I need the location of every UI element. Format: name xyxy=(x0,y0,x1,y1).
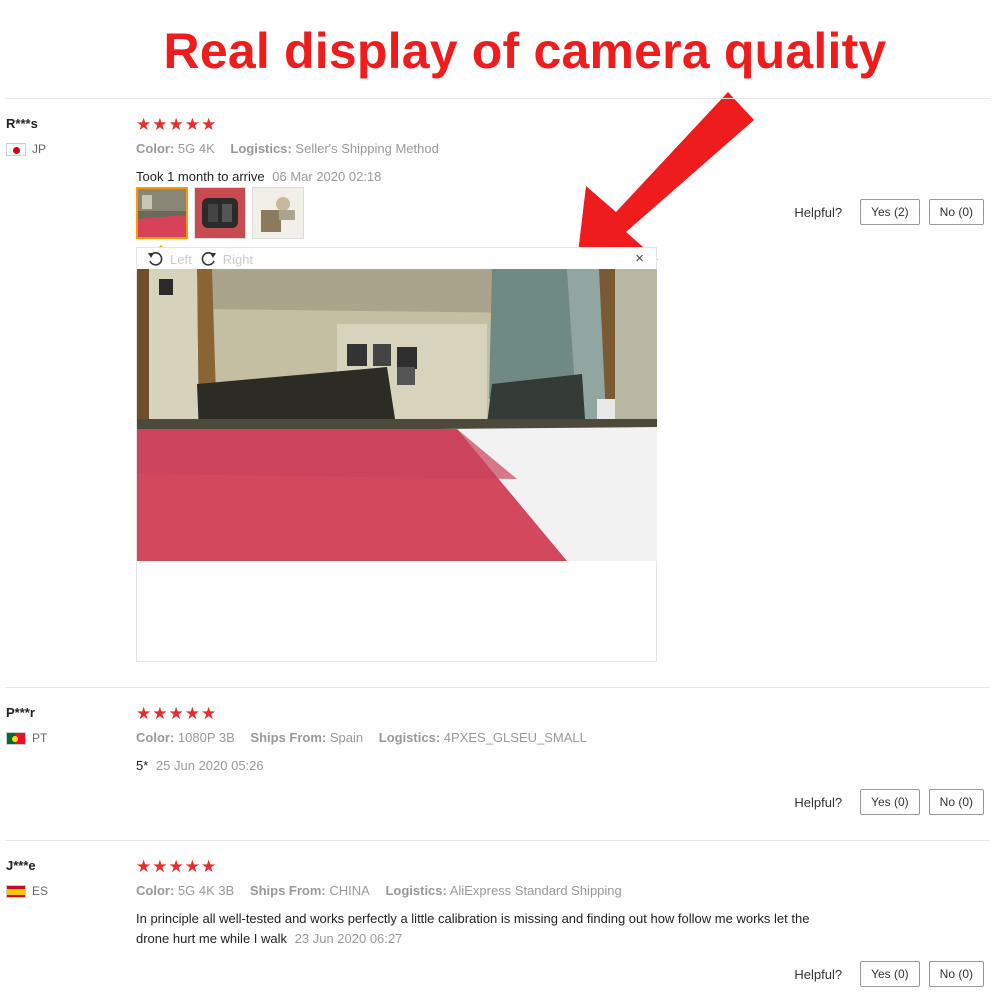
review-attributes: Color: 1080P 3B Ships From: Spain Logist… xyxy=(136,730,587,745)
attr-label: Ships From: xyxy=(250,730,327,745)
attr-value: CHINA xyxy=(329,883,370,898)
review-thumbnails xyxy=(136,187,304,239)
spain-flag-icon xyxy=(6,884,26,898)
reviewer-country: PT xyxy=(6,731,47,745)
review-attributes: Color: 5G 4K Logistics: Seller's Shippin… xyxy=(136,141,439,156)
divider xyxy=(5,98,990,99)
helpful-vote: Helpful? Yes (2) No (0) xyxy=(794,199,984,225)
review-thumbnail[interactable] xyxy=(136,187,188,239)
attr-label: Color: xyxy=(136,730,175,745)
feedback-text: 5* xyxy=(136,758,149,773)
star-rating: ★★★★★ xyxy=(136,115,218,134)
attr-label: Color: xyxy=(136,141,175,156)
rotate-right-button[interactable]: Right xyxy=(200,251,253,268)
feedback-text: In principle all well-tested and works p… xyxy=(136,911,810,926)
review-date: 06 Mar 2020 02:18 xyxy=(272,169,382,184)
attr-value: 5G 4K xyxy=(177,141,215,156)
review-feedback: In principle all well-tested and works p… xyxy=(136,909,896,949)
rotate-left-icon xyxy=(148,252,163,266)
attr-value: 1080P 3B xyxy=(177,730,235,745)
helpful-label: Helpful? xyxy=(794,794,843,810)
attr-value: Seller's Shipping Method xyxy=(295,141,439,156)
feedback-text: drone hurt me while I walk xyxy=(136,931,288,946)
portugal-flag-icon xyxy=(6,731,26,745)
rotate-left-label: Left xyxy=(170,252,192,267)
image-viewer: Left Right × xyxy=(136,247,657,662)
helpful-vote: Helpful? Yes (0) No (0) xyxy=(794,789,984,815)
attr-label: Logistics: xyxy=(385,883,447,898)
review-date: 23 Jun 2020 06:27 xyxy=(294,931,403,946)
helpful-yes-button[interactable]: Yes (0) xyxy=(860,789,920,815)
helpful-no-button[interactable]: No (0) xyxy=(928,199,984,225)
rotate-left-button[interactable]: Left xyxy=(147,251,192,268)
review-thumbnail[interactable] xyxy=(252,187,304,239)
country-code: PT xyxy=(32,731,48,745)
close-icon[interactable]: × xyxy=(635,250,644,267)
helpful-label: Helpful? xyxy=(794,966,843,982)
star-rating: ★★★★★ xyxy=(136,857,218,876)
review-photo xyxy=(137,269,657,561)
attr-value: 5G 4K 3B xyxy=(177,883,235,898)
country-code: ES xyxy=(32,884,49,898)
banner-headline: Real display of camera quality xyxy=(163,23,887,79)
reviewer-name: P***r xyxy=(6,705,35,720)
helpful-yes-button[interactable]: Yes (2) xyxy=(860,199,920,225)
review-thumbnail[interactable] xyxy=(194,187,246,239)
attr-value: Spain xyxy=(329,730,364,745)
attr-label: Logistics: xyxy=(230,141,292,156)
reviewer-name: J***e xyxy=(6,858,36,873)
review-date: 25 Jun 2020 05:26 xyxy=(155,758,264,773)
divider xyxy=(5,840,990,841)
helpful-vote: Helpful? Yes (0) No (0) xyxy=(794,961,984,987)
review-feedback: Took 1 month to arrive 06 Mar 2020 02:18 xyxy=(136,167,381,187)
japan-flag-icon xyxy=(6,142,26,156)
rotate-right-label: Right xyxy=(222,252,254,267)
reviewer-country: ES xyxy=(6,884,48,898)
feedback-text: Took 1 month to arrive xyxy=(136,169,265,184)
reviewer-name: R***s xyxy=(6,116,38,131)
attr-value: AliExpress Standard Shipping xyxy=(449,883,622,898)
review-attributes: Color: 5G 4K 3B Ships From: CHINA Logist… xyxy=(136,883,622,898)
helpful-yes-button[interactable]: Yes (0) xyxy=(860,961,920,987)
helpful-no-button[interactable]: No (0) xyxy=(928,789,984,815)
review-feedback: 5* 25 Jun 2020 05:26 xyxy=(136,756,264,776)
divider xyxy=(5,687,990,688)
helpful-no-button[interactable]: No (0) xyxy=(928,961,984,987)
attr-label: Logistics: xyxy=(378,730,441,745)
attr-value: 4PXES_GLSEU_SMALL xyxy=(443,730,587,745)
viewer-toolbar: Left Right xyxy=(147,251,261,268)
reviewer-country: JP xyxy=(6,142,46,156)
country-code: JP xyxy=(32,142,47,156)
helpful-label: Helpful? xyxy=(794,204,843,220)
star-rating: ★★★★★ xyxy=(136,704,218,723)
rotate-right-icon xyxy=(201,252,216,266)
attr-label: Color: xyxy=(136,883,175,898)
attr-label: Ships From: xyxy=(249,883,326,898)
